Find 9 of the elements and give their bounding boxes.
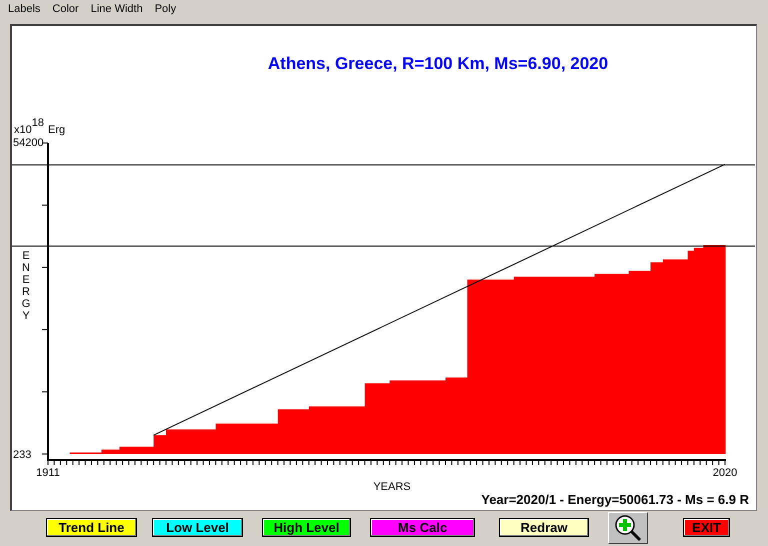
y-tick-label: 54200 <box>13 137 44 149</box>
chart-title: Athens, Greece, R=100 Km, Ms=6.90, 2020 <box>268 54 608 73</box>
status-readout: Year=2020/1 - Energy=50061.73 - Ms = 6.9 R <box>481 492 749 507</box>
unit-label: x1018 Erg <box>14 117 66 136</box>
x-tick-label: 1911 <box>36 467 60 479</box>
y-tick-label: 233 <box>13 449 32 461</box>
energy-axis-label: ENERGY <box>22 250 30 322</box>
x-axis-title: YEARS <box>373 481 411 493</box>
x-tick-label: 2020 <box>712 467 738 479</box>
